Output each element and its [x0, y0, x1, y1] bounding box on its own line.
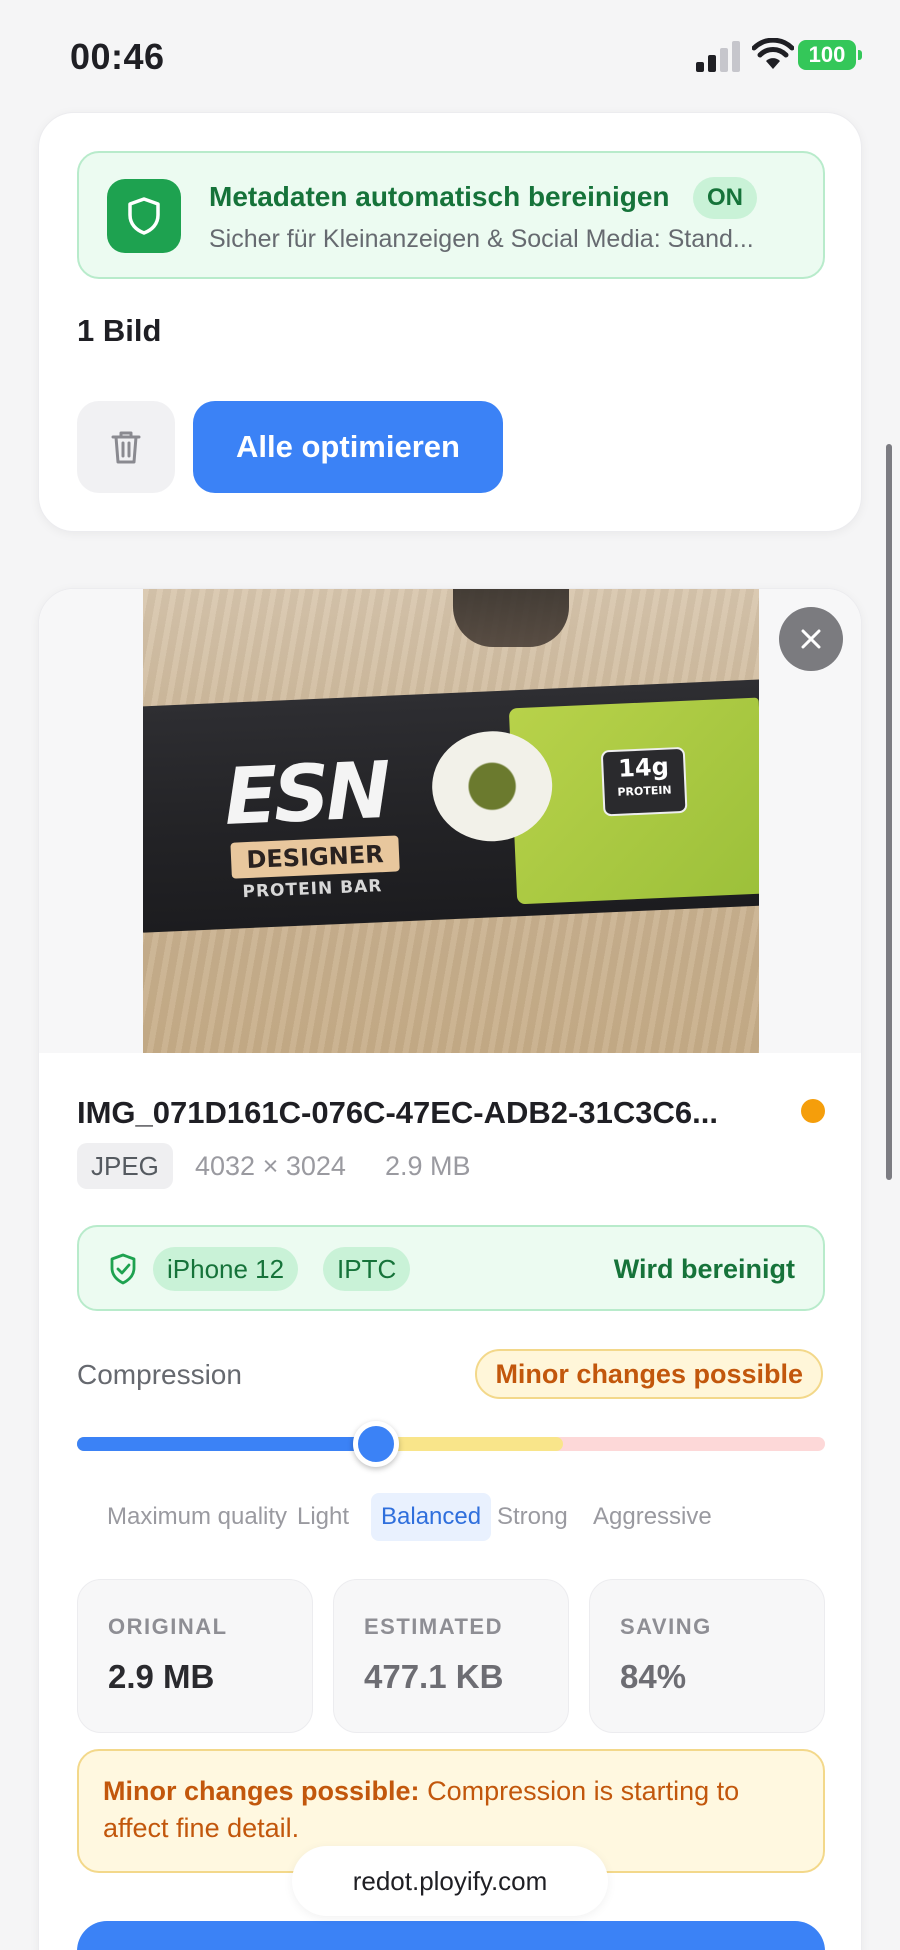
image-card: ESN DESIGNER PROTEIN BAR 14g PROTEIN IMG_…	[38, 588, 862, 1950]
compression-label: Compression	[77, 1359, 242, 1390]
level-strong[interactable]: Strong	[497, 1493, 568, 1541]
scrollbar-thumb[interactable]	[886, 444, 892, 1180]
image-preview: ESN DESIGNER PROTEIN BAR 14g PROTEIN	[143, 589, 759, 1053]
metadata-iptc-tag: IPTC	[323, 1247, 411, 1291]
optimize-image-button[interactable]	[77, 1921, 825, 1950]
metadata-device-tag: iPhone 12	[153, 1247, 299, 1291]
status-bar: 00:46 100	[0, 0, 900, 112]
image-preview-area: ESN DESIGNER PROTEIN BAR 14g PROTEIN	[39, 589, 861, 1053]
notice-title: Minor changes possible:	[103, 1776, 420, 1806]
metadata-cleanup-toggle[interactable]: Metadaten automatisch bereinigen ON Sich…	[77, 151, 825, 279]
shield-check-icon	[110, 1253, 136, 1285]
optimize-all-button[interactable]: Alle optimieren	[193, 401, 503, 493]
wifi-icon	[752, 38, 794, 69]
file-name: IMG_071D161C-076C-47EC-ADB2-31C3C6...	[77, 1095, 718, 1130]
image-dimensions: 4032 × 3024	[195, 1151, 346, 1181]
file-size: 2.9 MB	[385, 1151, 471, 1181]
status-time: 00:46	[70, 36, 165, 77]
level-light[interactable]: Light	[297, 1493, 349, 1541]
level-maximum-quality[interactable]: Maximum quality	[107, 1493, 287, 1541]
browser-url-bar[interactable]: redot.ployify.com	[292, 1846, 608, 1916]
compression-warning-badge: Minor changes possible	[475, 1349, 823, 1399]
stat-original: ORIGINAL 2.9 MB	[77, 1579, 313, 1733]
compression-slider[interactable]	[77, 1421, 825, 1467]
level-balanced[interactable]: Balanced	[371, 1493, 492, 1541]
cellular-signal-icon	[696, 40, 740, 72]
delete-all-button[interactable]	[77, 401, 175, 493]
close-icon	[801, 629, 821, 649]
remove-image-button[interactable]	[779, 607, 843, 671]
image-count: 1 Bild	[77, 313, 162, 348]
status-badge: ON	[693, 177, 757, 219]
battery-icon: 100	[798, 40, 862, 70]
metadata-summary: iPhone 12 IPTC Wird bereinigt	[77, 1225, 825, 1311]
shield-icon	[107, 179, 181, 253]
level-aggressive[interactable]: Aggressive	[593, 1493, 712, 1541]
compression-levels: Maximum quality Light Balanced Strong Ag…	[77, 1493, 847, 1543]
cleanup-status: Wird bereinigt	[613, 1254, 795, 1284]
metadata-cleanup-subtitle: Sicher für Kleinanzeigen & Social Media:…	[209, 225, 754, 253]
stat-estimated: ESTIMATED 477.1 KB	[333, 1579, 569, 1733]
format-chip: JPEG	[77, 1143, 173, 1189]
batch-card: Metadaten automatisch bereinigen ON Sich…	[38, 112, 862, 532]
slider-thumb[interactable]	[353, 1421, 399, 1467]
stat-saving: SAVING 84%	[589, 1579, 825, 1733]
trash-icon	[111, 431, 141, 464]
status-dot	[801, 1099, 825, 1123]
metadata-cleanup-title: Metadaten automatisch bereinigen	[209, 181, 670, 212]
